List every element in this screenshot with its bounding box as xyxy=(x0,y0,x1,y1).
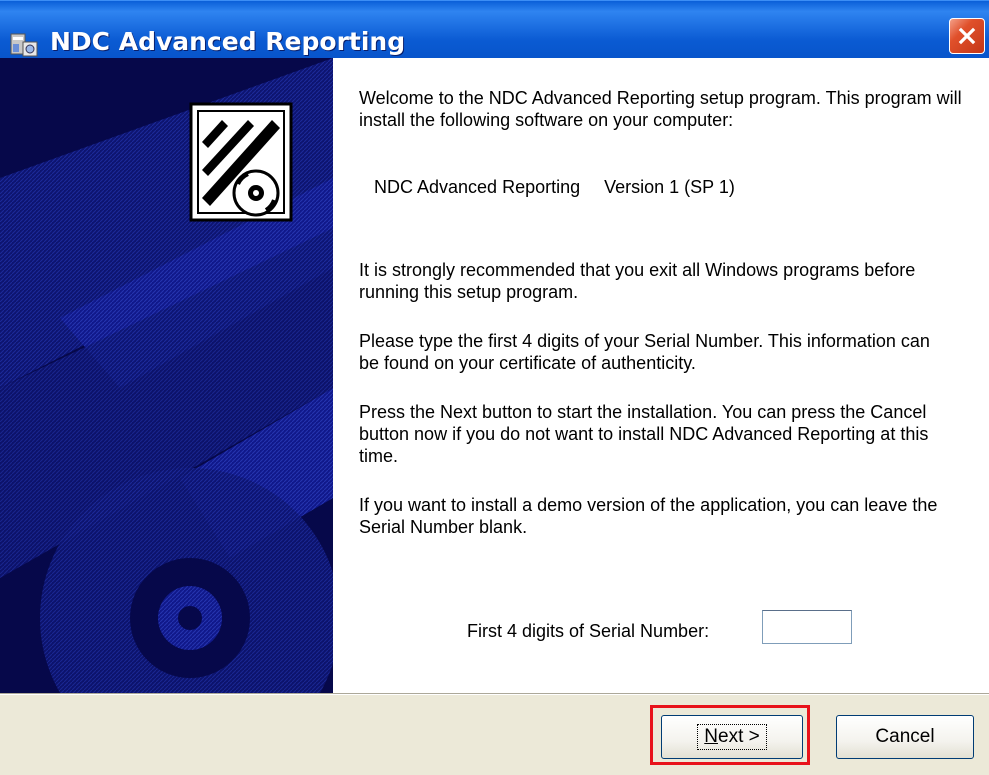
cancel-button[interactable]: Cancel xyxy=(836,715,974,759)
serial-number-input[interactable] xyxy=(762,610,852,644)
setup-banner-image xyxy=(0,58,333,694)
product-name: NDC Advanced Reporting xyxy=(374,177,581,197)
cancel-button-label: Cancel xyxy=(875,726,935,747)
product-line: NDC Advanced Reporting Version 1 (SP 1) xyxy=(374,177,735,198)
recommendation-text: It is strongly recommended that you exit… xyxy=(359,260,916,302)
close-icon xyxy=(958,27,976,45)
next-button-label: Next > xyxy=(697,724,767,750)
setup-installer-icon xyxy=(9,30,39,60)
product-version: Version 1 (SP 1) xyxy=(604,177,735,197)
serial-instructions-text: Please type the first 4 digits of your S… xyxy=(359,331,930,373)
demo-instructions-text: If you want to install a demo version of… xyxy=(359,495,938,537)
welcome-text: Welcome to the NDC Advanced Reporting se… xyxy=(359,88,962,130)
button-bar: Next > Cancel xyxy=(0,693,989,775)
close-button[interactable] xyxy=(949,18,985,54)
next-instructions-text: Press the Next button to start the insta… xyxy=(359,402,929,466)
serial-number-label: First 4 digits of Serial Number: xyxy=(467,621,710,641)
next-button[interactable]: Next > xyxy=(661,715,803,759)
content-panel: Welcome to the NDC Advanced Reporting se… xyxy=(333,58,989,694)
setup-logo-icon xyxy=(189,102,293,222)
window-title: NDC Advanced Reporting xyxy=(50,27,406,56)
